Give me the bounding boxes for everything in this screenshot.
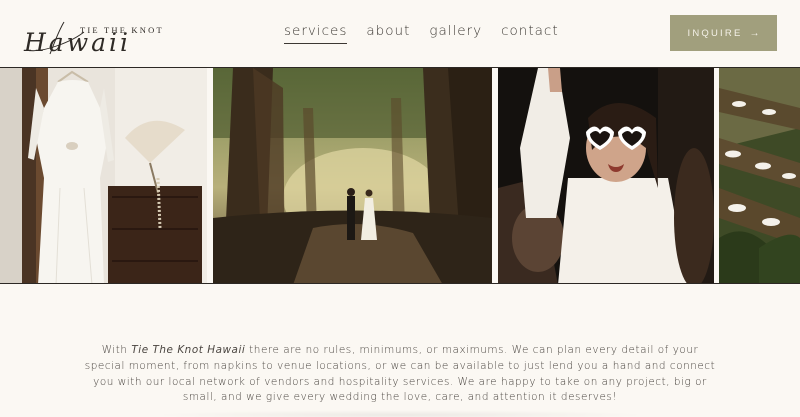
nav-contact[interactable]: contact [501,23,559,44]
intro-brand-name: Tie The Knot Hawaii [131,344,246,356]
arrow-right-icon: → [749,27,760,39]
brand-logo[interactable]: TIE THE KNOT Hawaii [24,10,162,57]
section-divider-shadow [150,410,650,417]
photo-wedding-dress [0,68,207,283]
intro-paragraph: With Tie The Knot Hawaii there are no ru… [80,343,720,406]
photo-gallery [0,67,800,284]
photo-dancing-guest [498,68,714,283]
main-nav: services about gallery contact [284,23,578,44]
site-header: TIE THE KNOT Hawaii services about galle… [0,0,800,67]
logo-script-name: Hawaii [24,28,132,57]
nav-gallery[interactable]: gallery [429,23,482,44]
nav-services[interactable]: services [284,23,348,44]
inquire-button[interactable]: INQUIRE → [670,15,777,51]
intro-prefix: With [101,344,132,356]
nav-about[interactable]: about [366,23,410,44]
photo-couple-banyan [213,68,492,283]
photo-reception-tables [719,68,800,283]
inquire-label: INQUIRE [687,27,743,39]
